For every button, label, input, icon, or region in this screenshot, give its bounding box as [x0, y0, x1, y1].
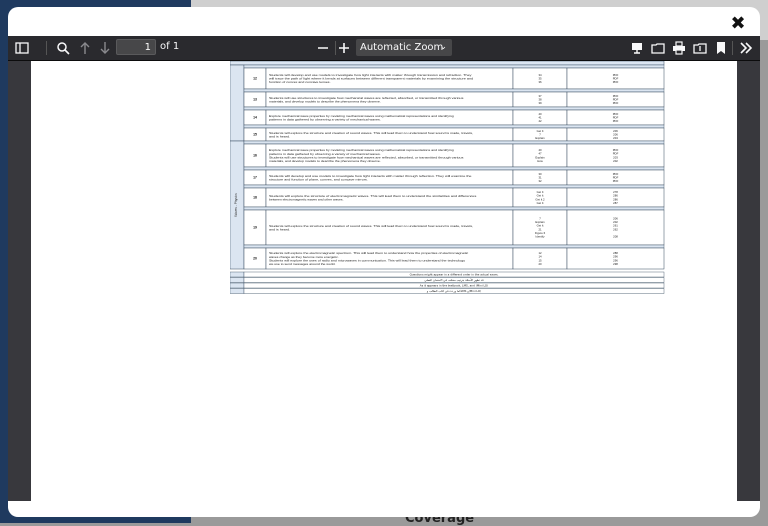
row-separator [243, 140, 665, 145]
zoom-in-icon[interactable] [335, 39, 353, 57]
pdf-preview-modal: ✖ 1 of 1 Automatic Zoom ⌄ Waves - Physic… [8, 7, 760, 517]
row-page: Get It [537, 201, 544, 205]
toolbar-separator [46, 41, 47, 55]
row-type: 208 [613, 235, 618, 239]
zoom-out-icon[interactable] [314, 39, 332, 57]
print-icon[interactable] [670, 39, 688, 57]
next-page-icon[interactable] [96, 39, 114, 57]
pdf-page-content: Waves - Physics12Students will develop a… [229, 61, 665, 294]
zoom-select[interactable]: Automatic Zoom ⌄ [356, 39, 452, 56]
row-type: 287 [613, 201, 618, 205]
toolbar-separator [732, 41, 733, 55]
row-text-line: we use to send messages around the world… [269, 262, 336, 266]
row-type: PDF [613, 101, 619, 105]
footnote-key [229, 271, 245, 278]
page-count-label: of 1 [160, 41, 180, 52]
row-separator [243, 88, 665, 93]
side-cell [229, 64, 245, 142]
row-number: 13 [253, 98, 257, 102]
row-page: Explain [535, 136, 545, 140]
row-separator [243, 206, 665, 211]
row-page: Identify [535, 235, 545, 239]
row-separator [243, 64, 665, 69]
row-number: 17 [253, 176, 257, 180]
row-type: 202 [613, 159, 618, 163]
row-text-line: materials, and develop models to describ… [269, 99, 381, 103]
row-page: 36 [538, 80, 542, 84]
row-number: 14 [253, 116, 257, 120]
footnote-text: قد تظهر الأسئلة بترتيب مختلف في الامتحان… [424, 278, 484, 282]
footnote-key [229, 277, 245, 283]
open-file-icon[interactable] [649, 39, 667, 57]
footnote-text: As it appears in the textbook, LMS, and … [420, 284, 488, 288]
row-number: 16 [253, 154, 257, 158]
viewer-left-gutter [8, 61, 31, 501]
viewer-right-gutter [737, 61, 760, 501]
presentation-mode-icon[interactable] [628, 39, 646, 57]
previous-page-icon[interactable] [76, 39, 94, 57]
row-page: 20 [538, 262, 542, 266]
row-number: 18 [253, 196, 257, 200]
row-text-line: Students will explore the structure and … [269, 131, 473, 135]
row-separator [243, 166, 665, 171]
zoom-select-value: Automatic Zoom [360, 42, 444, 53]
pdf-page: Waves - Physics 12 Students will develop a… [229, 61, 665, 348]
search-icon[interactable] [54, 39, 72, 57]
row-type: 262 [613, 227, 618, 231]
row-type: PDF [613, 179, 619, 183]
row-text-line: between electromagnetic waves and other … [269, 197, 344, 201]
pdf-toolbar: 1 of 1 Automatic Zoom ⌄ [8, 36, 760, 61]
footnote-key [229, 282, 245, 289]
close-icon[interactable]: ✖ [730, 15, 746, 33]
footnote-text: Questions might appear in a different or… [410, 273, 499, 277]
page-number-input[interactable]: 1 [116, 39, 156, 55]
row-page: 42 [538, 119, 542, 123]
row-type: 204 [613, 136, 618, 140]
chevron-down-icon: ⌄ [439, 42, 447, 52]
row-number: 15 [253, 133, 257, 137]
side-label: Waves - Physics [234, 193, 238, 217]
sidebar-toggle-icon[interactable] [13, 39, 31, 57]
row-text-line: and is heard. [269, 227, 290, 231]
row-separator [243, 244, 665, 249]
row-type: 298 [613, 262, 618, 266]
row-text-line: function of convex and concave lenses. [269, 80, 331, 84]
row-number: 19 [253, 226, 257, 230]
row-page: How [537, 159, 544, 163]
bookmark-icon[interactable] [713, 39, 729, 57]
row-text-line: structure and function of plane, convex,… [269, 177, 368, 181]
row-separator [243, 124, 665, 129]
row-type: PDF [613, 119, 619, 123]
pdf-viewer: 1 of 1 Automatic Zoom ⌄ Waves - Physics … [8, 36, 760, 501]
row-text-line: patterns in data gathered by observing a… [269, 117, 381, 121]
row-page: 39 [538, 101, 542, 105]
download-icon[interactable] [691, 39, 709, 57]
row-text-line: Students will explore the structure and … [269, 224, 473, 228]
row-separator [243, 184, 665, 189]
table-row [229, 61, 665, 66]
footnote-key [229, 288, 245, 294]
row-text-line: materials, and develop models to describ… [269, 159, 381, 163]
row-type: PDF [613, 80, 619, 84]
row-separator [243, 106, 665, 111]
row-number: 12 [253, 77, 257, 81]
tools-menu-icon[interactable] [737, 39, 755, 57]
row-page: 32 [538, 179, 542, 183]
row-number: 20 [253, 257, 257, 261]
footnote-text: كما وردت في كتاب الطالب وLMS و(Mini LO) [426, 289, 481, 293]
pdf-viewport[interactable]: Waves - Physics 12 Students will develop a… [31, 61, 737, 501]
row-text-line: and is heard. [269, 134, 290, 138]
